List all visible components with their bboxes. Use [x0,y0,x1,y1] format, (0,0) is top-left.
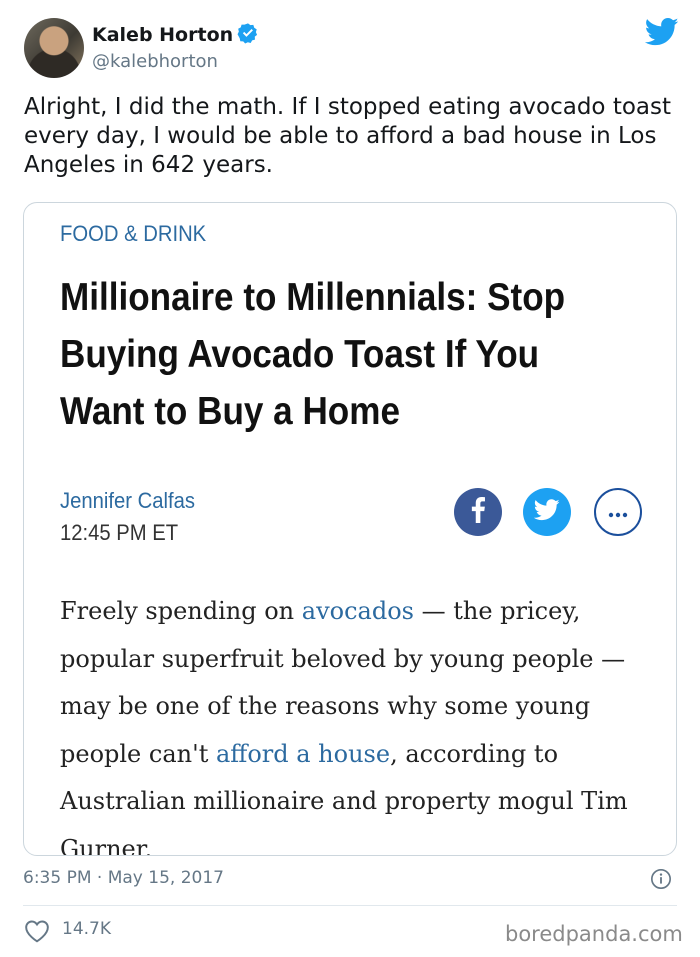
article-author[interactable]: Jennifer Calfas [60,488,195,514]
info-icon[interactable] [650,868,672,894]
author-handle[interactable]: @kalebhorton [92,51,218,72]
twitter-share-button[interactable] [523,488,571,536]
more-dots-icon [607,503,629,522]
avocados-link[interactable]: avocados [302,597,414,625]
headline-line: Millionaire to Millennials: Stop [60,276,566,319]
watermark: boredpanda.com [505,922,683,946]
divider [23,905,677,906]
article-time: 12:45 PM ET [60,520,179,545]
twitter-icon [533,499,560,525]
body-text: Freely spending on [60,597,302,625]
author-name-text: Kaleb Horton [92,24,234,46]
afford-house-link[interactable]: afford a house [216,740,390,768]
tweet-timestamp[interactable]: 6:35 PM · May 15, 2017 [23,868,224,888]
author-name[interactable]: Kaleb Horton [92,22,259,49]
heart-icon[interactable] [24,919,50,947]
avatar[interactable] [24,18,84,78]
verified-badge-icon [237,22,259,49]
article-category[interactable]: FOOD & DRINK [60,221,206,247]
headline-line: Want to Buy a Home [60,390,400,433]
facebook-share-button[interactable] [454,488,502,536]
tweet-text: Alright, I did the math. If I stopped ea… [24,94,671,178]
article-headline: Millionaire to Millennials: Stop Buying … [60,269,591,440]
facebook-icon [467,497,489,527]
like-count: 14.7K [62,919,111,939]
more-share-button[interactable] [594,488,642,536]
article-body: Freely spending on avocados — the pricey… [60,588,650,855]
headline-line: Buying Avocado Toast If You [60,333,540,376]
article-card[interactable]: FOOD & DRINK Millionaire to Millennials:… [23,202,677,856]
twitter-bird-icon[interactable] [644,17,679,51]
